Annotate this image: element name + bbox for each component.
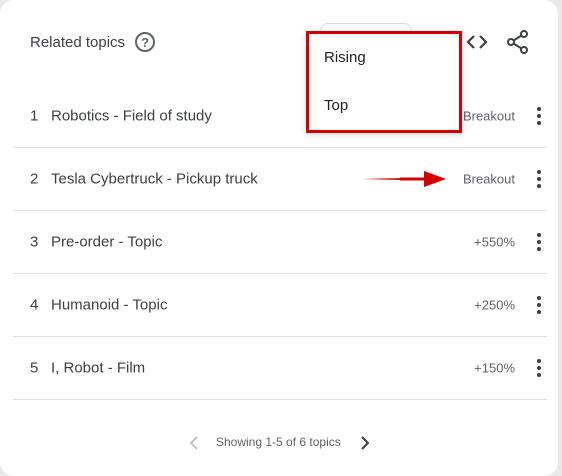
more-vert-icon[interactable] (537, 295, 541, 314)
table-row[interactable]: 1 Robotics - Field of study Breakout (13, 84, 547, 148)
row-label[interactable]: Humanoid - Topic (51, 296, 167, 313)
row-value: +150% (474, 360, 515, 375)
related-topics-card: Related topics ? 1 Robotics - Field of s… (0, 0, 558, 476)
chevron-right-icon[interactable] (360, 436, 370, 450)
table-row[interactable]: 5 I, Robot - Film +150% (13, 336, 547, 400)
row-label[interactable]: Pre-order - Topic (51, 233, 162, 250)
table-row[interactable]: 2 Tesla Cybertruck - Pickup truck Breako… (13, 147, 547, 211)
more-vert-icon[interactable] (537, 232, 541, 251)
row-label[interactable]: Tesla Cybertruck - Pickup truck (51, 170, 258, 187)
arrow-annotation (362, 171, 446, 187)
row-value: +250% (474, 297, 515, 312)
rising-top-dropdown: Rising Top (306, 31, 462, 133)
row-value: Breakout (462, 171, 515, 186)
share-icon[interactable] (507, 30, 529, 54)
dropdown-option-rising[interactable]: Rising (324, 49, 366, 66)
more-vert-icon[interactable] (537, 106, 541, 125)
row-rank: 4 (30, 296, 39, 313)
row-label[interactable]: I, Robot - Film (51, 359, 145, 376)
dropdown-option-top[interactable]: Top (324, 97, 348, 114)
row-rank: 2 (30, 170, 39, 187)
help-icon[interactable]: ? (135, 32, 156, 52)
chevron-left-icon[interactable] (189, 436, 199, 450)
row-rank: 5 (30, 359, 39, 376)
row-rank: 3 (30, 233, 39, 250)
card-header: Related topics ? (30, 28, 156, 56)
row-rank: 1 (30, 107, 39, 124)
table-row[interactable]: 3 Pre-order - Topic +550% (13, 210, 547, 274)
more-vert-icon[interactable] (537, 358, 541, 377)
row-label[interactable]: Robotics - Field of study (51, 107, 212, 124)
more-vert-icon[interactable] (537, 169, 541, 188)
table-row[interactable]: 4 Humanoid - Topic +250% (13, 273, 547, 337)
pagination-text: Showing 1-5 of 6 topics (216, 435, 341, 449)
row-value: Breakout (462, 108, 515, 123)
row-value: +550% (474, 234, 515, 249)
embed-code-icon[interactable] (466, 32, 488, 52)
card-title: Related topics (30, 33, 126, 51)
pagination: Showing 1-5 of 6 topics (0, 432, 558, 454)
